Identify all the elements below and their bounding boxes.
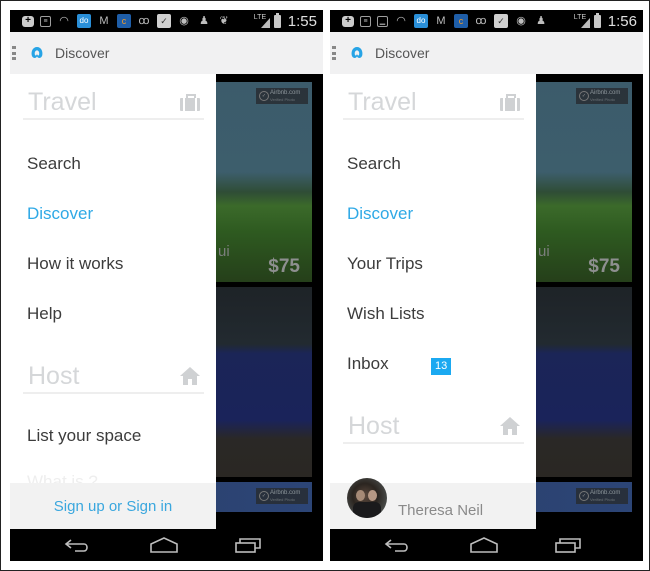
drawer-item-list-your-space[interactable]: List your space <box>27 426 141 446</box>
section-title: Travel <box>348 88 417 116</box>
drawer-item-inbox[interactable]: Inbox 13 <box>347 354 497 375</box>
verified-photo-badge: Airbnb.comVerified Photo <box>256 88 308 104</box>
listing-price: $75 <box>268 256 300 277</box>
house-icon <box>500 417 520 435</box>
app-bar: Discover <box>330 32 643 74</box>
verified-photo-badge: Airbnb.comVerified Photo <box>576 88 628 104</box>
drawer-item-search[interactable]: Search <box>347 154 401 174</box>
drawer-item-discover[interactable]: Discover <box>27 204 93 224</box>
inbox-label: Inbox <box>347 354 389 373</box>
app-do-icon: do <box>77 14 91 28</box>
section-title: Host <box>28 362 80 390</box>
drawer-item-discover[interactable]: Discover <box>347 204 413 224</box>
user-name[interactable]: Theresa Neil <box>398 502 483 519</box>
app-c-icon: c <box>454 14 468 28</box>
system-nav-bar <box>10 529 323 561</box>
section-header-travel: Travel <box>343 86 524 120</box>
app-title: Discover <box>375 45 430 61</box>
drawer-item-help[interactable]: Help <box>27 304 62 324</box>
gmail-icon: M <box>436 14 446 27</box>
section-header-host: Host <box>343 410 524 444</box>
home-icon[interactable] <box>469 537 499 553</box>
clock: 1:55 <box>287 12 317 30</box>
section-title: Host <box>348 412 400 440</box>
airbnb-logo[interactable] <box>346 42 368 64</box>
voicemail-icon: ꝏ <box>138 14 150 27</box>
wifi-lock-icon: ◠ <box>396 14 406 27</box>
document-icon: ≡ <box>40 15 51 27</box>
plus-icon: + <box>22 15 34 27</box>
circle-target-icon: ◉ <box>516 14 526 27</box>
app-title: Discover <box>55 45 110 61</box>
navigation-drawer: Travel Search Discover Your Trips Wish L… <box>330 74 536 529</box>
user-avatar[interactable] <box>347 478 387 518</box>
unread-count-badge: 13 <box>431 358 452 375</box>
drawer-footer: Sign up or Sign in <box>10 483 216 529</box>
drawer-item-wish-lists[interactable]: Wish Lists <box>347 304 424 324</box>
back-icon[interactable] <box>62 537 92 553</box>
wifi-lock-icon: ◠ <box>59 14 69 27</box>
verified-photo-badge: Airbnb.comVerified Photo <box>576 488 628 504</box>
home-icon[interactable] <box>149 537 179 553</box>
document-icon: ≡ <box>360 15 371 27</box>
back-icon[interactable] <box>382 537 412 553</box>
house-icon <box>180 367 200 385</box>
clock: 1:56 <box>607 12 637 30</box>
section-title: Travel <box>28 88 97 116</box>
app-do-icon: do <box>414 14 428 28</box>
ghost-icon: ♟ <box>199 14 209 27</box>
status-bar: + ≡ ▁ ◠ do M c ꝏ ✓ ◉ ♟ LTE 1:56 <box>330 10 643 32</box>
signal-icon: LTE <box>254 14 270 28</box>
gmail-icon: M <box>99 14 109 27</box>
voicemail-icon: ꝏ <box>475 14 487 27</box>
section-header-travel: Travel <box>23 86 204 120</box>
ghost-icon: ♟ <box>536 14 546 27</box>
twitter-icon: ❦ <box>219 14 229 27</box>
image-icon: ▁ <box>377 15 388 27</box>
circle-target-icon: ◉ <box>179 14 189 27</box>
listing-location: ui <box>218 243 230 260</box>
sign-in-link[interactable]: Sign up or Sign in <box>10 498 216 515</box>
phone-screen-signed-in: + ≡ ▁ ◠ do M c ꝏ ✓ ◉ ♟ LTE 1:56 Discover… <box>330 10 643 561</box>
app-bar: Discover <box>10 32 323 74</box>
listing-location: ui <box>538 243 550 260</box>
signal-icon: LTE <box>574 14 590 28</box>
drawer-footer[interactable]: Theresa Neil <box>330 478 536 529</box>
drawer-item-search[interactable]: Search <box>27 154 81 174</box>
airbnb-logo[interactable] <box>26 42 48 64</box>
section-header-host: Host <box>23 360 204 394</box>
drawer-toggle-icon[interactable] <box>332 44 342 62</box>
recent-apps-icon[interactable] <box>234 537 264 553</box>
phone-screen-signed-out: + ≡ ◠ do M c ꝏ ✓ ◉ ♟ ❦ LTE 1:55 Discover… <box>10 10 323 561</box>
checkbox-icon: ✓ <box>157 14 171 28</box>
navigation-drawer: Travel Search Discover How it works Help… <box>10 74 216 529</box>
system-nav-bar <box>330 529 643 561</box>
recent-apps-icon[interactable] <box>554 537 584 553</box>
app-c-icon: c <box>117 14 131 28</box>
battery-icon <box>593 12 601 28</box>
checkbox-icon: ✓ <box>494 14 508 28</box>
drawer-item-your-trips[interactable]: Your Trips <box>347 254 423 274</box>
listing-price: $75 <box>588 256 620 277</box>
status-bar: + ≡ ◠ do M c ꝏ ✓ ◉ ♟ ❦ LTE 1:55 <box>10 10 323 32</box>
drawer-toggle-icon[interactable] <box>12 44 22 62</box>
plus-icon: + <box>342 15 354 27</box>
briefcase-icon <box>500 94 520 111</box>
briefcase-icon <box>180 94 200 111</box>
verified-photo-badge: Airbnb.comVerified Photo <box>256 488 308 504</box>
battery-icon <box>273 12 281 28</box>
drawer-item-how-it-works[interactable]: How it works <box>27 254 123 274</box>
